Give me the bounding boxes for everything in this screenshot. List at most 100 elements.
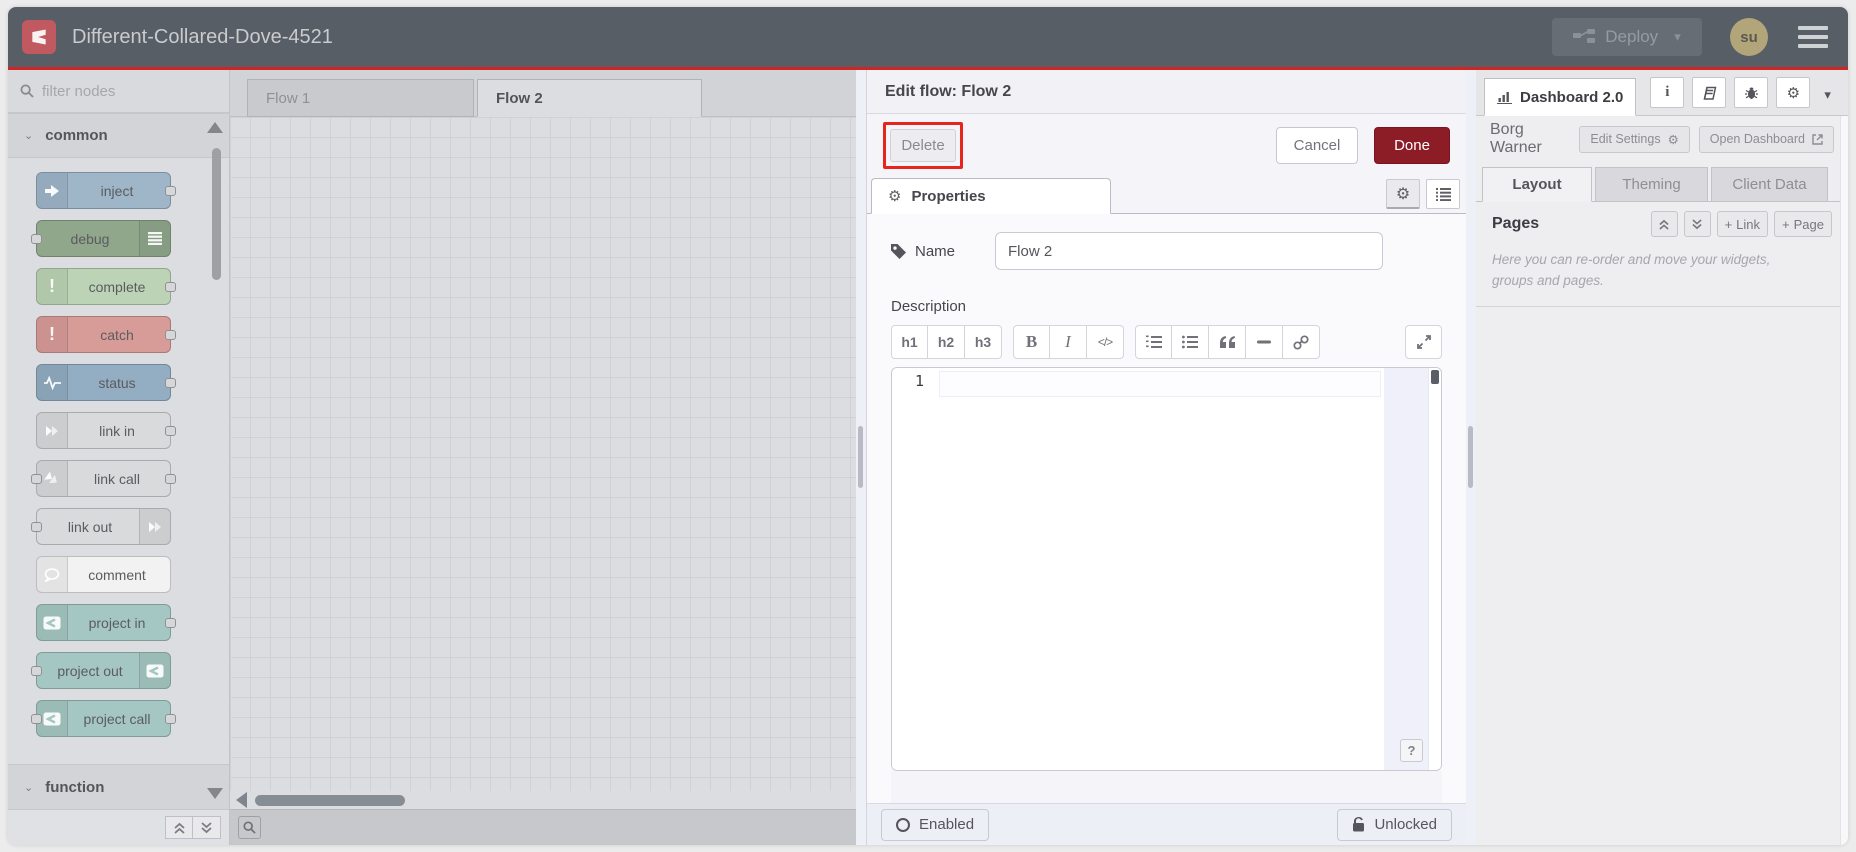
node-port[interactable] — [165, 617, 176, 628]
node-port[interactable] — [31, 473, 42, 484]
gear-icon[interactable]: ⚙ — [1776, 77, 1811, 108]
canvas-scrollbar-thumb[interactable] — [255, 794, 405, 806]
tab-theming[interactable]: Theming — [1595, 167, 1708, 202]
tray-footer: Enabled Unlocked — [867, 803, 1466, 845]
edit-properties-icon[interactable]: ⚙ — [1386, 179, 1420, 209]
node-port[interactable] — [31, 521, 42, 532]
ordered-list-icon[interactable] — [1135, 325, 1172, 359]
node-port[interactable] — [165, 473, 176, 484]
main-menu-icon[interactable] — [1798, 26, 1828, 48]
palette-category-common[interactable]: ⌄ common — [8, 113, 229, 158]
done-button[interactable]: Done — [1374, 126, 1450, 164]
palette-node-project-call[interactable]: project call — [31, 700, 176, 737]
info-icon[interactable]: i — [1650, 77, 1685, 108]
tab-layout[interactable]: Layout — [1482, 167, 1592, 202]
filter-nodes-input[interactable] — [42, 82, 192, 100]
expand-editor-icon[interactable] — [1405, 325, 1442, 359]
link-chevrons-icon — [139, 509, 170, 544]
scroll-left-icon[interactable] — [236, 792, 247, 808]
heading1-button[interactable]: h1 — [891, 325, 928, 359]
add-page-button[interactable]: + Page — [1774, 211, 1832, 237]
flow-enabled-toggle[interactable]: Enabled — [881, 808, 990, 841]
open-dashboard-button[interactable]: Open Dashboard — [1698, 125, 1834, 153]
main-layout: ⌄ common inject debug ! — [8, 70, 1848, 845]
horizontal-rule-icon[interactable] — [1246, 325, 1283, 359]
tab-properties[interactable]: ⚙ Properties — [871, 178, 1111, 214]
palette-node-complete[interactable]: ! complete — [36, 268, 176, 305]
palette-category-function[interactable]: ⌄ function — [8, 764, 229, 809]
node-port[interactable] — [165, 281, 176, 292]
cancel-button[interactable]: Cancel — [1276, 126, 1358, 164]
description-editor[interactable]: 1 ? — [891, 367, 1442, 771]
heading3-button[interactable]: h3 — [965, 325, 1002, 359]
search-flows-icon[interactable] — [238, 816, 261, 839]
splitter-grip[interactable] — [1468, 425, 1473, 488]
node-port[interactable] — [165, 713, 176, 724]
palette-node-debug[interactable]: debug — [31, 220, 171, 257]
palette-node-comment[interactable]: comment — [36, 556, 171, 593]
palette-scroll-down-icon[interactable] — [207, 788, 223, 799]
palette-node-link-call[interactable]: link call — [31, 460, 176, 497]
node-port[interactable] — [31, 233, 42, 244]
splitter-grip[interactable] — [858, 425, 863, 488]
markdown-help-button[interactable]: ? — [1400, 739, 1423, 762]
bold-button[interactable]: B — [1013, 325, 1050, 359]
collapse-pages-icon[interactable] — [1650, 211, 1678, 237]
add-link-button[interactable]: + Link — [1716, 211, 1769, 237]
palette-scrollbar-thumb[interactable] — [212, 148, 221, 280]
edit-description-icon[interactable] — [1426, 179, 1460, 209]
line-number: 1 — [914, 372, 924, 390]
debug-bug-icon[interactable] — [1734, 77, 1769, 108]
sidebar-resize-splitter[interactable] — [1466, 70, 1476, 845]
collapse-all-categories-icon[interactable] — [165, 816, 193, 839]
project-node-icon — [139, 653, 170, 688]
unordered-list-icon[interactable] — [1172, 325, 1209, 359]
link-icon[interactable] — [1283, 325, 1320, 359]
node-port[interactable] — [165, 377, 176, 388]
editor-scrollbar[interactable] — [1428, 368, 1441, 770]
palette-node-catch[interactable]: ! catch — [36, 316, 176, 353]
enabled-label: Enabled — [919, 816, 975, 833]
flow-name-input[interactable] — [995, 232, 1383, 270]
node-port[interactable] — [165, 329, 176, 340]
flow-canvas[interactable] — [230, 117, 856, 791]
blockquote-icon[interactable] — [1209, 325, 1246, 359]
node-port[interactable] — [31, 665, 42, 676]
code-button[interactable]: </> — [1087, 325, 1124, 359]
sidebar-scrollbar[interactable] — [1840, 116, 1848, 845]
tab-dashboard-2[interactable]: Dashboard 2.0 — [1484, 78, 1637, 116]
heading2-button[interactable]: h2 — [928, 325, 965, 359]
tray-resize-splitter[interactable] — [856, 70, 866, 845]
node-port[interactable] — [165, 425, 176, 436]
user-avatar[interactable]: su — [1730, 18, 1768, 56]
node-port[interactable] — [31, 713, 42, 724]
palette-scroll-up-icon[interactable] — [207, 122, 223, 133]
palette-node-status[interactable]: status — [36, 364, 176, 401]
category-label: common — [45, 127, 108, 144]
comment-bubble-icon — [37, 557, 68, 592]
palette-search[interactable] — [8, 70, 229, 113]
tab-client-data[interactable]: Client Data — [1711, 167, 1828, 202]
palette-node-inject[interactable]: inject — [36, 172, 176, 209]
expand-all-categories-icon[interactable] — [193, 816, 221, 839]
tab-flow-2[interactable]: Flow 2 — [477, 79, 702, 117]
palette-node-link-in[interactable]: link in — [36, 412, 176, 449]
deploy-caret-icon[interactable]: ▾ — [1674, 29, 1681, 45]
plus-icon: + — [1724, 216, 1733, 232]
flow-locked-toggle[interactable]: Unlocked — [1337, 808, 1452, 841]
tab-flow-1[interactable]: Flow 1 — [247, 79, 474, 117]
tray-tab-bar: ⚙ Properties ⚙ — [867, 176, 1466, 214]
deploy-button[interactable]: Deploy ▾ — [1552, 18, 1702, 56]
palette-scroll-area: ⌄ common inject debug ! complete ! catch… — [8, 113, 229, 809]
delete-button[interactable]: Delete — [890, 128, 956, 162]
palette-node-link-out[interactable]: link out — [31, 508, 171, 545]
docs-book-icon[interactable] — [1692, 77, 1727, 108]
expand-pages-icon[interactable] — [1683, 211, 1711, 237]
palette-node-project-out[interactable]: project out — [31, 652, 171, 689]
node-port[interactable] — [165, 185, 176, 196]
sidebar-menu-caret-icon[interactable]: ▾ — [1824, 87, 1831, 103]
italic-button[interactable]: I — [1050, 325, 1087, 359]
editor-scrollbar-thumb[interactable] — [1431, 370, 1439, 384]
palette-node-project-in[interactable]: project in — [36, 604, 176, 641]
edit-settings-button[interactable]: Edit Settings ⚙ — [1579, 125, 1690, 153]
